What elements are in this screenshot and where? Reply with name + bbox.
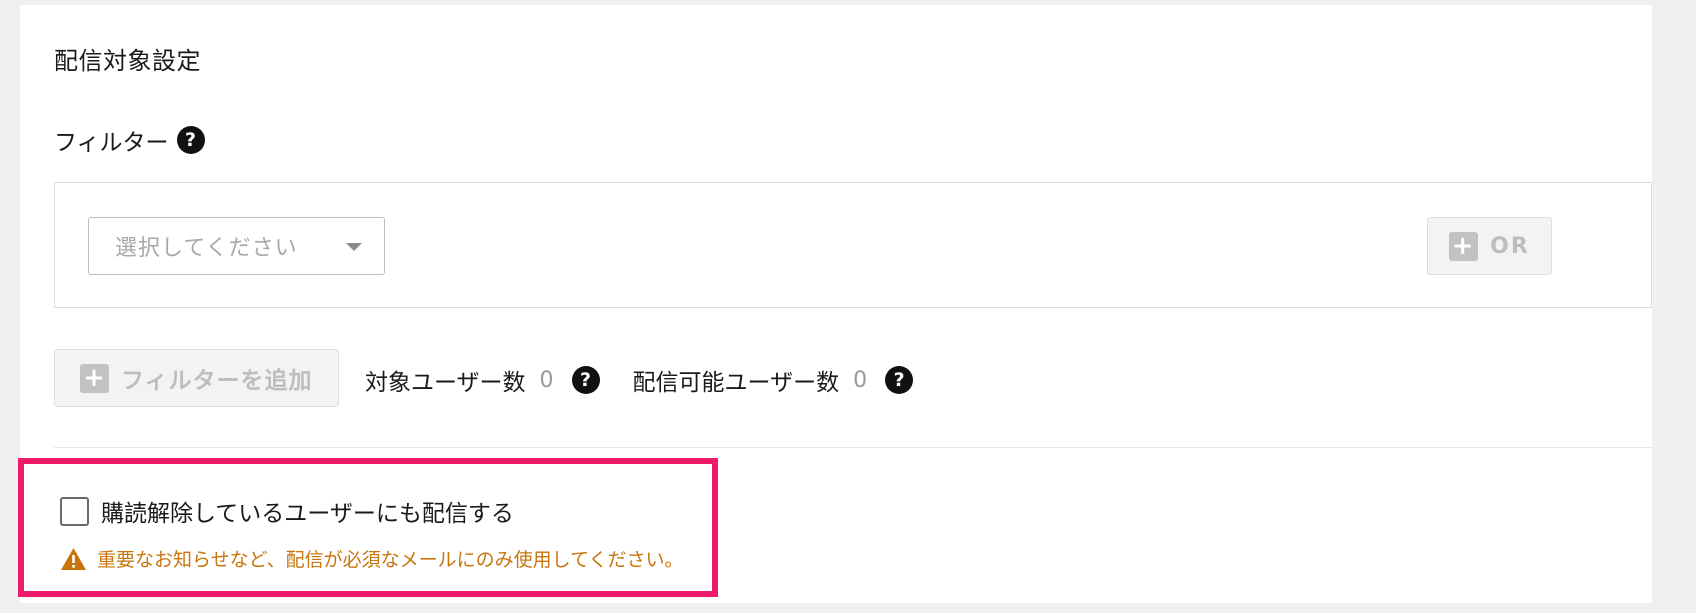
caret-down-icon <box>346 243 362 251</box>
filter-label: フィルター <box>54 130 169 156</box>
filter-select-placeholder: 選択してください <box>115 236 298 261</box>
section-divider <box>54 447 1652 448</box>
deliverable-users-label: 配信可能ユーザー数 <box>632 370 840 396</box>
filter-label-row: フィルター ? <box>54 123 205 157</box>
deliverable-users-count: 0 <box>853 367 868 393</box>
unsubscribed-option-row[interactable]: 購読解除しているユーザーにも配信する <box>60 494 514 528</box>
or-button-label: OR <box>1490 233 1530 259</box>
or-button[interactable]: + OR <box>1427 217 1552 275</box>
deliverable-users-help-icon[interactable]: ? <box>885 366 914 394</box>
warning-message-row: 重要なお知らせなど、配信が必須なメールにのみ使用してください。 <box>60 545 684 572</box>
target-users-count: 0 <box>539 367 554 393</box>
add-filter-button[interactable]: + フィルターを追加 <box>54 349 339 407</box>
filter-help-icon[interactable]: ? <box>176 126 205 154</box>
unsubscribed-checkbox[interactable] <box>60 496 89 526</box>
filter-select[interactable]: 選択してください <box>88 217 385 275</box>
plus-icon: + <box>80 363 109 393</box>
plus-icon: + <box>1449 231 1479 261</box>
unsubscribed-checkbox-label[interactable]: 購読解除しているユーザーにも配信する <box>101 494 514 528</box>
filter-condition-box: 選択してください + OR <box>54 182 1652 308</box>
warning-text: 重要なお知らせなど、配信が必須なメールにのみ使用してください。 <box>97 549 684 571</box>
target-users-help-icon[interactable]: ? <box>571 366 600 394</box>
user-counts-row: 対象ユーザー数 0 ? 配信可能ユーザー数 0 ? <box>365 363 946 397</box>
target-users-label: 対象ユーザー数 <box>365 370 526 396</box>
add-filter-label: フィルターを追加 <box>121 368 313 394</box>
section-title: 配信対象設定 <box>54 47 201 75</box>
warning-triangle-icon <box>61 547 86 570</box>
